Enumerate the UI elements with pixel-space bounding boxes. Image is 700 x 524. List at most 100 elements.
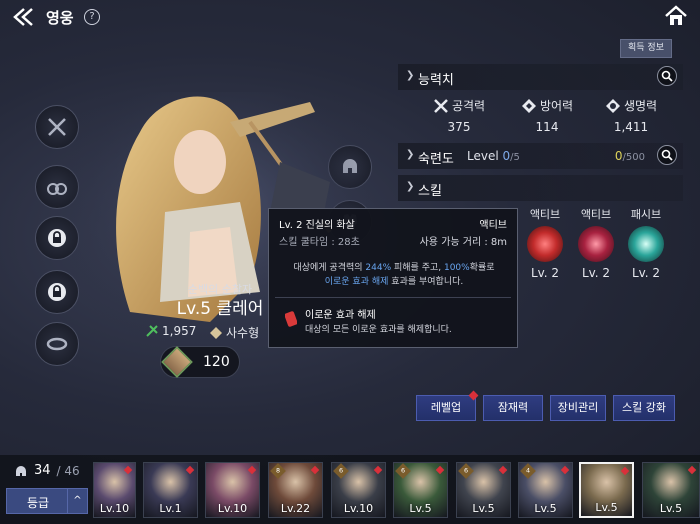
hero-card-level: Lv.5 [659,502,683,515]
tooltip-effect-desc: 대상의 모든 이로운 효과를 해제합니다. [305,325,452,335]
hero-card-star-badge: 4 [520,463,536,479]
skills-section-title: 스킬 [418,184,442,199]
skill-level: Lv. 2 [530,266,560,280]
hero-card-star-badge: 6 [458,463,474,479]
home-icon[interactable] [664,5,688,27]
tooltip-effect-name: 이로운 효과 해제 [305,310,376,321]
equipment-manage-button[interactable]: 장비관리 [550,395,606,421]
hero-card-level: Lv.5 [472,502,495,515]
blood-claw-icon [578,226,614,262]
roster-count: 34 / 46 [14,463,80,478]
sort-button[interactable]: 등급 ^ [6,488,88,514]
proficiency-title: 숙련도 [418,152,454,167]
tooltip-skill-type: 액티브 [479,220,507,231]
stat-defense-label: 방어력 [539,99,574,113]
hero-card[interactable]: Lv.1 [143,462,198,518]
potential-button[interactable]: 잠재력 [483,395,543,421]
hero-card-level: Lv.5 [595,501,618,514]
roster-count-total: / 46 [56,463,80,478]
belt-icon [46,337,68,351]
search-icon [661,70,673,82]
skill-level: Lv. 2 [581,266,611,280]
chevron-right-icon: ❯ [406,70,415,81]
hero-card-level: Lv.5 [409,502,432,515]
stat-life-value: 1,411 [613,120,649,134]
stats-detail-button[interactable] [657,66,677,86]
skills-section-header: ❯ 스킬 [398,175,683,201]
helmet-icon [16,465,26,476]
life-icon [605,98,620,113]
defense-icon [521,98,536,113]
skill-slot-1[interactable]: 액티브 Lv. 2 [522,206,568,280]
lock-icon [48,283,66,301]
hero-card[interactable]: 8 Lv.22 [268,462,323,518]
stat-defense: 방어력 114 [502,97,592,134]
proficiency-level-max: /5 [510,152,520,163]
skill-slot-2[interactable]: 액티브 Lv. 2 [573,206,619,280]
tooltip-range: 사용 가능 거리 : 8m [419,237,507,248]
crimson-slash-icon [527,226,563,262]
tooltip-description: 대상에게 공격력의 244% 피해를 주고, 100%확률로 이로운 효과 해제… [293,263,495,287]
hero-card-level: Lv.10 [217,502,248,515]
proficiency-exp-max: /500 [622,152,645,163]
skill-type: 액티브 [529,208,561,221]
skill-type: 패시브 [630,208,662,221]
hero-card[interactable]: 6 Lv.10 [331,462,386,518]
hero-exp-avatar [161,346,193,378]
hero-exp-count: 120 [203,354,230,370]
dispel-icon [285,311,297,327]
hero-card-star-badge: 6 [333,463,349,479]
proficiency-section-header: ❯ 숙련도 Level 0/5 0/500 [398,143,683,169]
hero-card-level: Lv.10 [99,502,130,515]
stat-attack-value: 375 [447,120,471,134]
hero-card[interactable]: Lv.5 [642,462,700,518]
hero-card[interactable]: 4 Lv.5 [518,462,573,518]
stats-section-title: 능력치 [418,73,454,88]
combat-power-value: 1,957 [162,324,197,338]
stat-defense-value: 114 [535,120,559,134]
proficiency-level-label: Level [467,149,499,163]
proficiency-exp-current: 0 [614,149,623,163]
proficiency-level-current: 0 [502,149,511,163]
skill-enhance-button[interactable]: 스킬 강화 [613,395,675,421]
proficiency-exp: 0/500 [615,149,645,163]
roster-count-current: 34 [34,463,51,478]
hero-card[interactable]: Lv.5 [579,462,634,518]
skill-tooltip: Lv. 2 진실의 화살 액티브 스킬 쿨타임 : 28초 사용 가능 거리 :… [268,208,518,348]
search-icon [661,149,673,161]
stat-attack-label: 공격력 [451,99,486,113]
class-icon [210,326,222,339]
combat-power-icon [146,325,158,337]
tooltip-skill-name: Lv. 2 진실의 화살 [279,220,355,231]
stats-section-header: ❯ 능력치 [398,64,683,90]
acquire-info-button[interactable]: 획득 정보 [620,39,672,58]
hero-card[interactable]: 6 Lv.5 [393,462,448,518]
skill-level: Lv. 2 [631,266,661,280]
hero-card-level: Lv.22 [280,502,311,515]
stat-life-label: 생명력 [623,99,658,113]
back-icon[interactable] [12,6,40,28]
sort-label: 등급 [26,496,50,510]
hero-card[interactable]: 6 Lv.5 [456,462,511,518]
crossed-swords-icon [48,118,66,136]
stat-attack: 공격력 375 [414,97,504,134]
chevron-right-icon: ❯ [406,149,415,160]
level-up-button[interactable]: 레벨업 [416,395,476,421]
help-icon[interactable]: ? [84,9,100,25]
hero-card-star-badge: 6 [395,463,411,479]
lock-icon [48,229,66,247]
proficiency-level: Level 0/5 [467,149,520,163]
skill-slot-3[interactable]: 패시브 Lv. 2 [623,206,669,280]
combat-power: 1,957 [146,324,196,338]
hero-class-label: 사수형 [226,326,260,340]
stat-life: 생명력 1,411 [586,97,676,134]
hero-card[interactable]: Lv.10 [205,462,260,518]
skill-type: 액티브 [580,208,612,221]
hero-exp-items[interactable]: 120 [160,346,240,378]
attack-icon [434,98,448,113]
proficiency-detail-button[interactable] [657,145,677,165]
hero-card[interactable]: Lv.10 [93,462,136,518]
chevron-up-icon[interactable]: ^ [67,489,87,513]
hero-class: 사수형 [210,324,259,341]
page-title: 영웅 [46,9,74,27]
